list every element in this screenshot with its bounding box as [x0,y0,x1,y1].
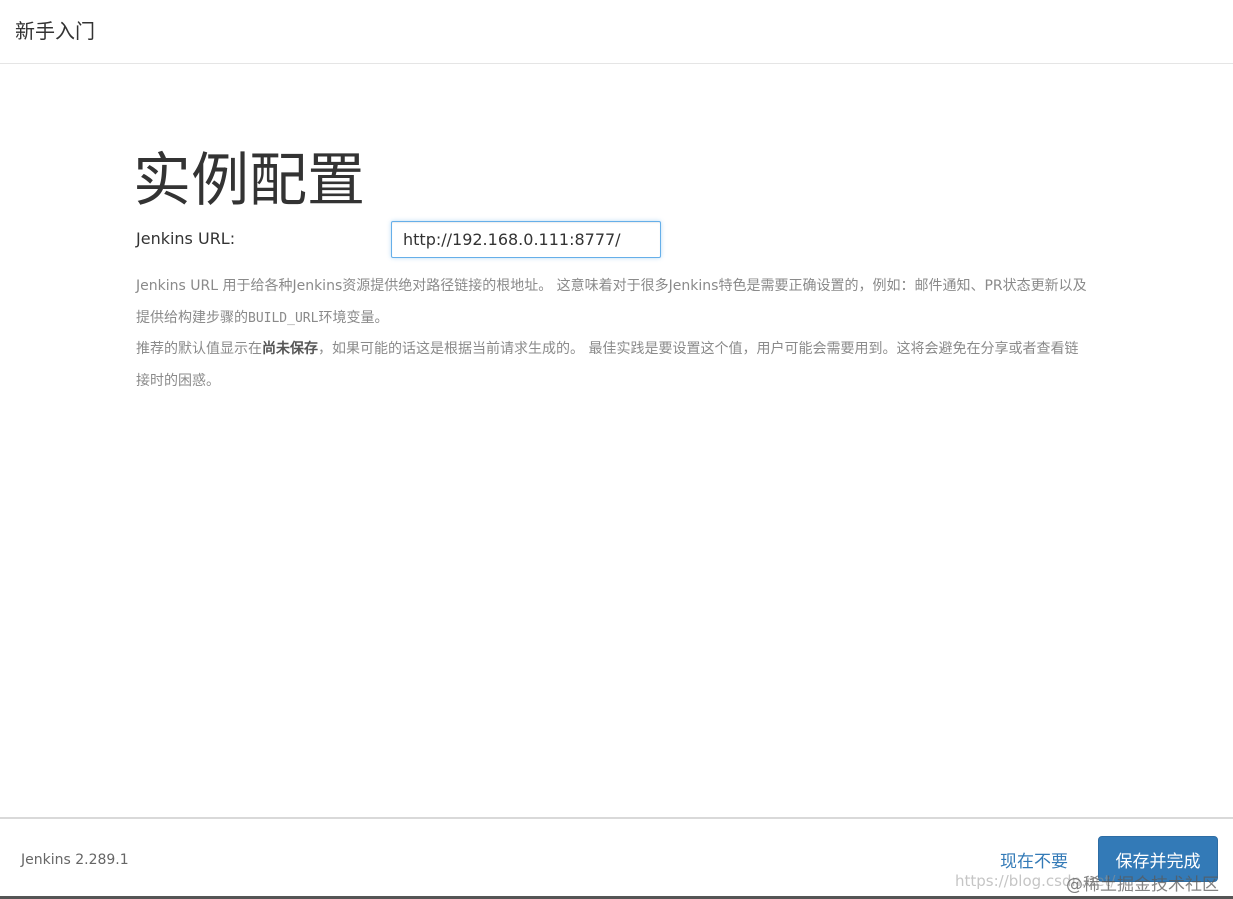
help-paragraph-1: Jenkins URL 用于给各种Jenkins资源提供绝对路径链接的根地址。 … [136,271,1091,334]
help-text-2a: 推荐的默认值显示在 [136,341,262,357]
jenkins-url-label: Jenkins URL: [136,229,236,248]
footer: Jenkins 2.289.1 现在不要 保存并完成 https://blog.… [0,817,1233,899]
jenkins-url-input[interactable] [391,221,661,258]
help-text: Jenkins URL 用于给各种Jenkins资源提供绝对路径链接的根地址。 … [136,271,1091,397]
page-title: 实例配置 [133,146,366,214]
jenkins-version: Jenkins 2.289.1 [21,852,129,868]
help-paragraph-2: 推荐的默认值显示在尚未保存，如果可能的话这是根据当前请求生成的。 最佳实践是要设… [136,334,1091,397]
not-saved-emphasis: 尚未保存 [262,341,318,357]
top-header: 新手入门 [0,0,1233,64]
build-url-code: BUILD_URL [248,310,319,326]
skip-button[interactable]: 现在不要 [1000,847,1068,872]
watermark-site: @稀土掘金技术社区 [1066,875,1219,895]
header-title: 新手入门 [15,19,95,43]
help-text-1b: 环境变量。 [318,309,389,326]
main-content: 实例配置 Jenkins URL: Jenkins URL 用于给各种Jenki… [0,64,1233,817]
